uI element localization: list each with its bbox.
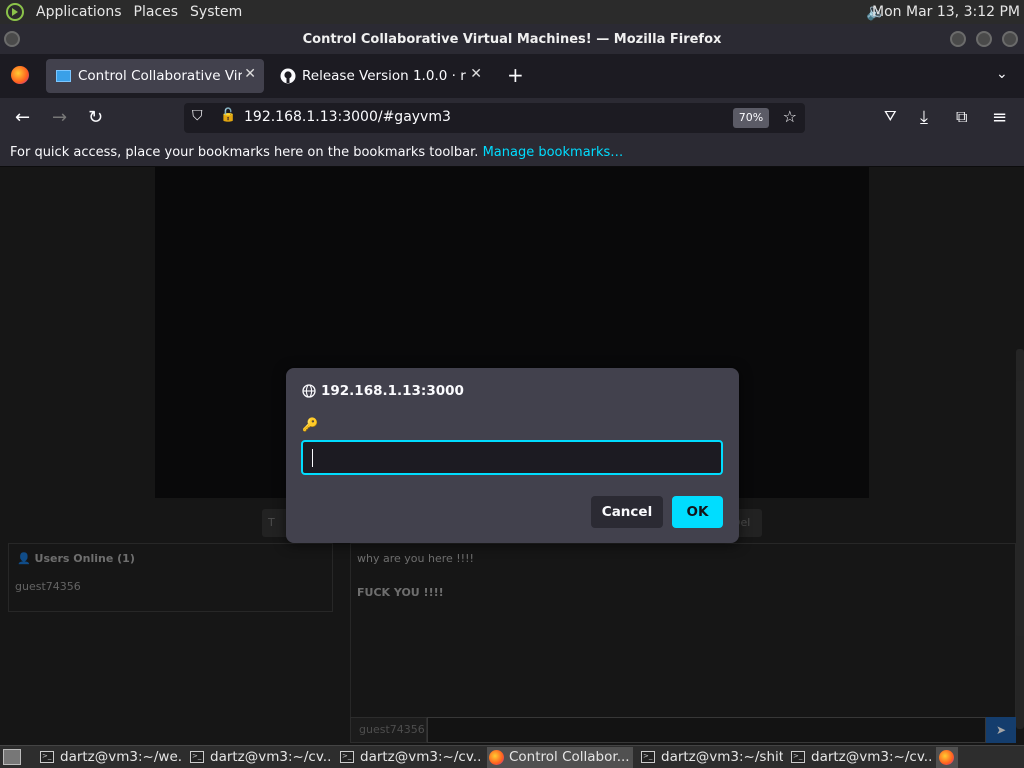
menu-applications[interactable]: Applications	[30, 4, 128, 20]
forward-arrow-icon[interactable]: →	[52, 107, 67, 128]
tray-firefox-icon[interactable]	[936, 747, 958, 768]
tab-release[interactable]: Release Version 1.0.0 · raspi ✕	[270, 59, 490, 93]
terminal-icon	[40, 747, 54, 767]
terminal-icon	[641, 747, 655, 767]
taskbar-item-label: dartz@vm3:~/cv...	[811, 749, 933, 765]
bookmark-star-icon[interactable]: ☆	[783, 107, 797, 126]
menu-system[interactable]: System	[184, 4, 248, 20]
new-tab-plus-icon[interactable]: +	[507, 63, 524, 87]
bookmarks-toolbar: For quick access, place your bookmarks h…	[0, 140, 1024, 167]
close-tab-icon[interactable]: ✕	[470, 66, 482, 82]
taskbar-item-label: Control Collabor...	[509, 749, 630, 765]
terminal-icon	[340, 747, 354, 767]
maximize-button[interactable]	[976, 31, 992, 47]
window-titlebar: Control Collaborative Virtual Machines! …	[0, 24, 1024, 54]
bottom-taskbar: dartz@vm3:~/we... dartz@vm3:~/cv... dart…	[0, 745, 1024, 768]
firefox-icon	[939, 750, 954, 765]
text-caret	[312, 449, 313, 467]
dialog-text-input[interactable]	[301, 440, 723, 475]
tab-control-vm[interactable]: Control Collaborative Virtual Machines! …	[46, 59, 264, 93]
taskbar-item-terminal[interactable]: dartz@vm3:~/cv...	[188, 747, 332, 768]
dialog-origin: 192.168.1.13:3000	[302, 383, 464, 399]
bookmarks-empty-message: For quick access, place your bookmarks h…	[10, 145, 479, 160]
panel-clock[interactable]: Mon Mar 13, 3:12 PM	[872, 4, 1020, 20]
globe-icon	[302, 384, 316, 398]
taskbar-item-label: dartz@vm3:~/cv...	[360, 749, 482, 765]
tab-label: Release Version 1.0.0 · raspi	[302, 68, 466, 84]
taskbar-item-terminal[interactable]: dartz@vm3:~/cv...	[338, 747, 482, 768]
taskbar-item-terminal[interactable]: dartz@vm3:~/cv...	[789, 747, 933, 768]
tab-strip: Control Collaborative Virtual Machines! …	[0, 54, 1024, 98]
taskbar-item-label: dartz@vm3:~/cv...	[210, 749, 332, 765]
minimize-button[interactable]	[950, 31, 966, 47]
taskbar-item-terminal[interactable]: dartz@vm3:~/shit	[639, 747, 783, 768]
top-panel: Applications Places System 🔈 Mon Mar 13,…	[0, 0, 1024, 24]
window-menu-button[interactable]	[4, 31, 20, 47]
reload-icon[interactable]: ↻	[88, 107, 103, 128]
terminal-icon	[190, 747, 204, 767]
os-logo-icon[interactable]	[6, 3, 24, 21]
github-icon	[280, 68, 296, 84]
taskbar-item-label: dartz@vm3:~/we...	[60, 749, 182, 765]
close-window-button[interactable]	[1002, 31, 1018, 47]
zoom-indicator[interactable]: 70%	[733, 108, 769, 128]
pocket-icon[interactable]: ⛛	[884, 107, 897, 125]
manage-bookmarks-link[interactable]: Manage bookmarks…	[483, 145, 624, 160]
cancel-button[interactable]: Cancel	[591, 496, 663, 528]
menu-places[interactable]: Places	[128, 4, 185, 20]
downloads-icon[interactable]: ⤓	[920, 107, 928, 128]
window-title: Control Collaborative Virtual Machines! …	[302, 32, 722, 47]
close-tab-icon[interactable]: ✕	[244, 66, 256, 82]
hamburger-menu-icon[interactable]: ≡	[992, 107, 1007, 128]
key-icon: 🔑	[302, 418, 319, 433]
firefox-view-icon[interactable]	[11, 66, 29, 84]
taskbar-item-firefox[interactable]: Control Collabor...	[487, 747, 633, 768]
insecure-lock-icon[interactable]: 🔓	[220, 108, 236, 123]
taskbar-item-terminal[interactable]: dartz@vm3:~/we...	[38, 747, 182, 768]
ok-button[interactable]: OK	[672, 496, 723, 528]
back-arrow-icon[interactable]: ←	[15, 107, 30, 128]
shield-icon[interactable]: ⛉	[192, 108, 203, 124]
show-desktop-icon[interactable]	[3, 749, 21, 765]
monitor-icon	[56, 70, 71, 82]
tab-label: Control Collaborative Virtual Machines!	[78, 68, 242, 84]
taskbar-item-label: dartz@vm3:~/shit	[661, 749, 783, 765]
url-bar[interactable]: ⛉ 🔓 192.168.1.13:3000/#gayvm3 70% ☆	[184, 103, 805, 133]
list-all-tabs-chevron-icon[interactable]: ⌄	[996, 66, 1008, 82]
url-text[interactable]: 192.168.1.13:3000/#gayvm3	[244, 109, 451, 125]
prompt-dialog: 192.168.1.13:3000 🔑 Cancel OK	[286, 368, 739, 543]
extensions-icon[interactable]: ⧉	[956, 107, 967, 127]
terminal-icon	[791, 747, 805, 767]
navigation-toolbar: ← → ↻ ⛉ 🔓 192.168.1.13:3000/#gayvm3 70% …	[0, 98, 1024, 140]
firefox-icon	[489, 750, 504, 765]
dialog-origin-text: 192.168.1.13:3000	[321, 383, 464, 399]
